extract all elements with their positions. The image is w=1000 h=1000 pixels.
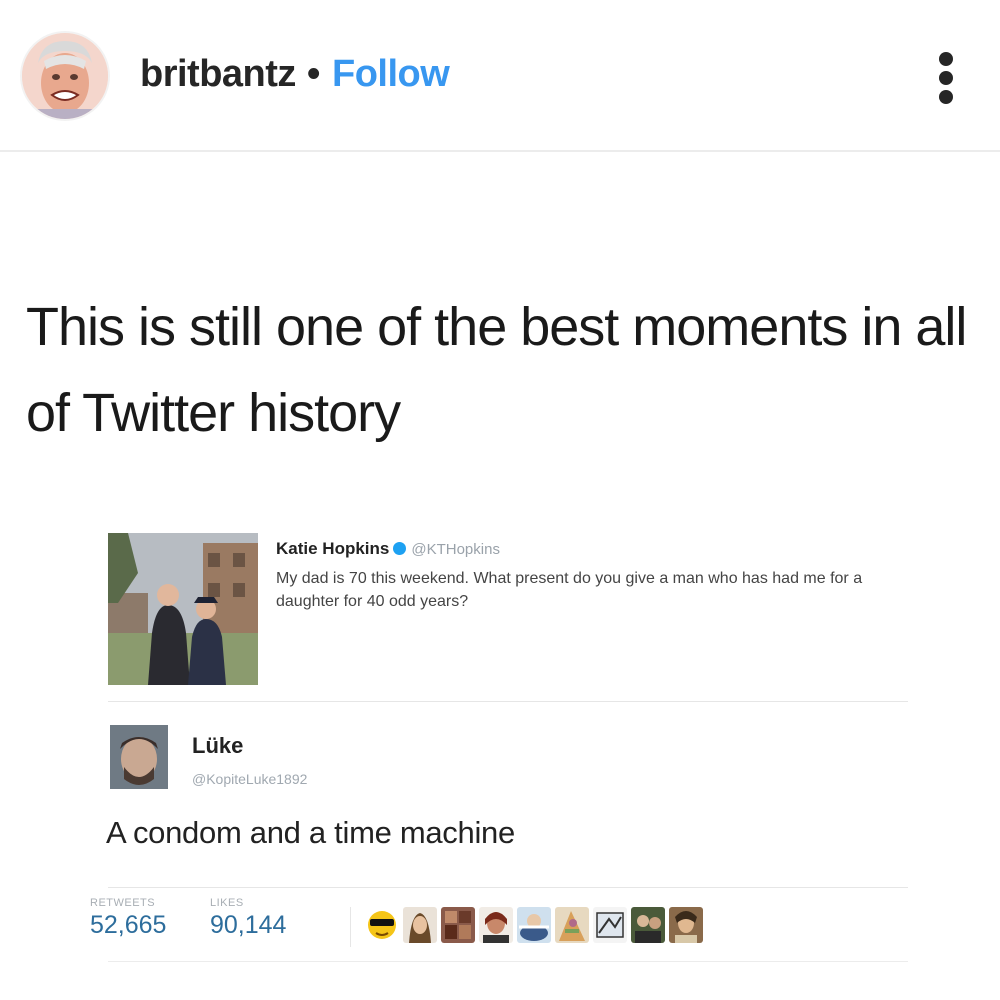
retweets-count: 52,665	[90, 911, 167, 939]
reply-author-handle: @KopiteLuke1892	[192, 771, 308, 787]
tweet-author-handle: @KTHopkins	[411, 541, 500, 558]
tweet-author-name: Katie Hopkins	[276, 539, 390, 558]
liker-avatar	[517, 907, 551, 943]
liker-avatar	[479, 907, 513, 943]
tweet-photo	[108, 533, 258, 685]
header-username[interactable]: britbantz	[140, 53, 296, 96]
tweet-author[interactable]: Katie Hopkins @KTHopkins	[276, 539, 500, 559]
avatar-face-image	[22, 33, 108, 119]
liker-avatar	[441, 907, 475, 943]
tweet-text: My dad is 70 this weekend. What present …	[276, 570, 863, 610]
post-caption: This is still one of the best moments in…	[26, 297, 967, 443]
reply-author-name[interactable]: Lüke	[192, 733, 243, 759]
more-vertical-icon[interactable]	[926, 50, 966, 106]
liker-avatar	[555, 907, 589, 943]
liker-avatars	[350, 907, 703, 947]
liker-avatar	[631, 907, 665, 943]
divider	[108, 887, 908, 888]
reply-avatar	[110, 725, 168, 789]
divider	[108, 701, 908, 702]
likes-label: LIKES	[210, 897, 244, 909]
post-header: britbantz • Follow	[0, 0, 1000, 152]
liker-avatar-emoji	[365, 907, 399, 943]
follow-button[interactable]: Follow	[332, 53, 450, 96]
likes-stat: LIKES 90,144	[210, 897, 286, 940]
reply-text: A condom and a time machine	[106, 815, 515, 850]
liker-avatar	[403, 907, 437, 943]
divider	[108, 961, 908, 962]
user-avatar[interactable]	[22, 33, 108, 119]
tweet-screenshot: Katie Hopkins @KTHopkins My dad is 70 thi…	[80, 515, 920, 985]
retweets-stat: RETWEETS 52,665	[90, 897, 166, 940]
verified-badge-icon	[393, 542, 407, 556]
liker-avatar	[593, 907, 627, 943]
liker-avatar	[669, 907, 703, 943]
likes-count: 90,144	[210, 911, 287, 939]
header-separator: •	[307, 53, 321, 95]
retweets-label: RETWEETS	[90, 897, 156, 909]
